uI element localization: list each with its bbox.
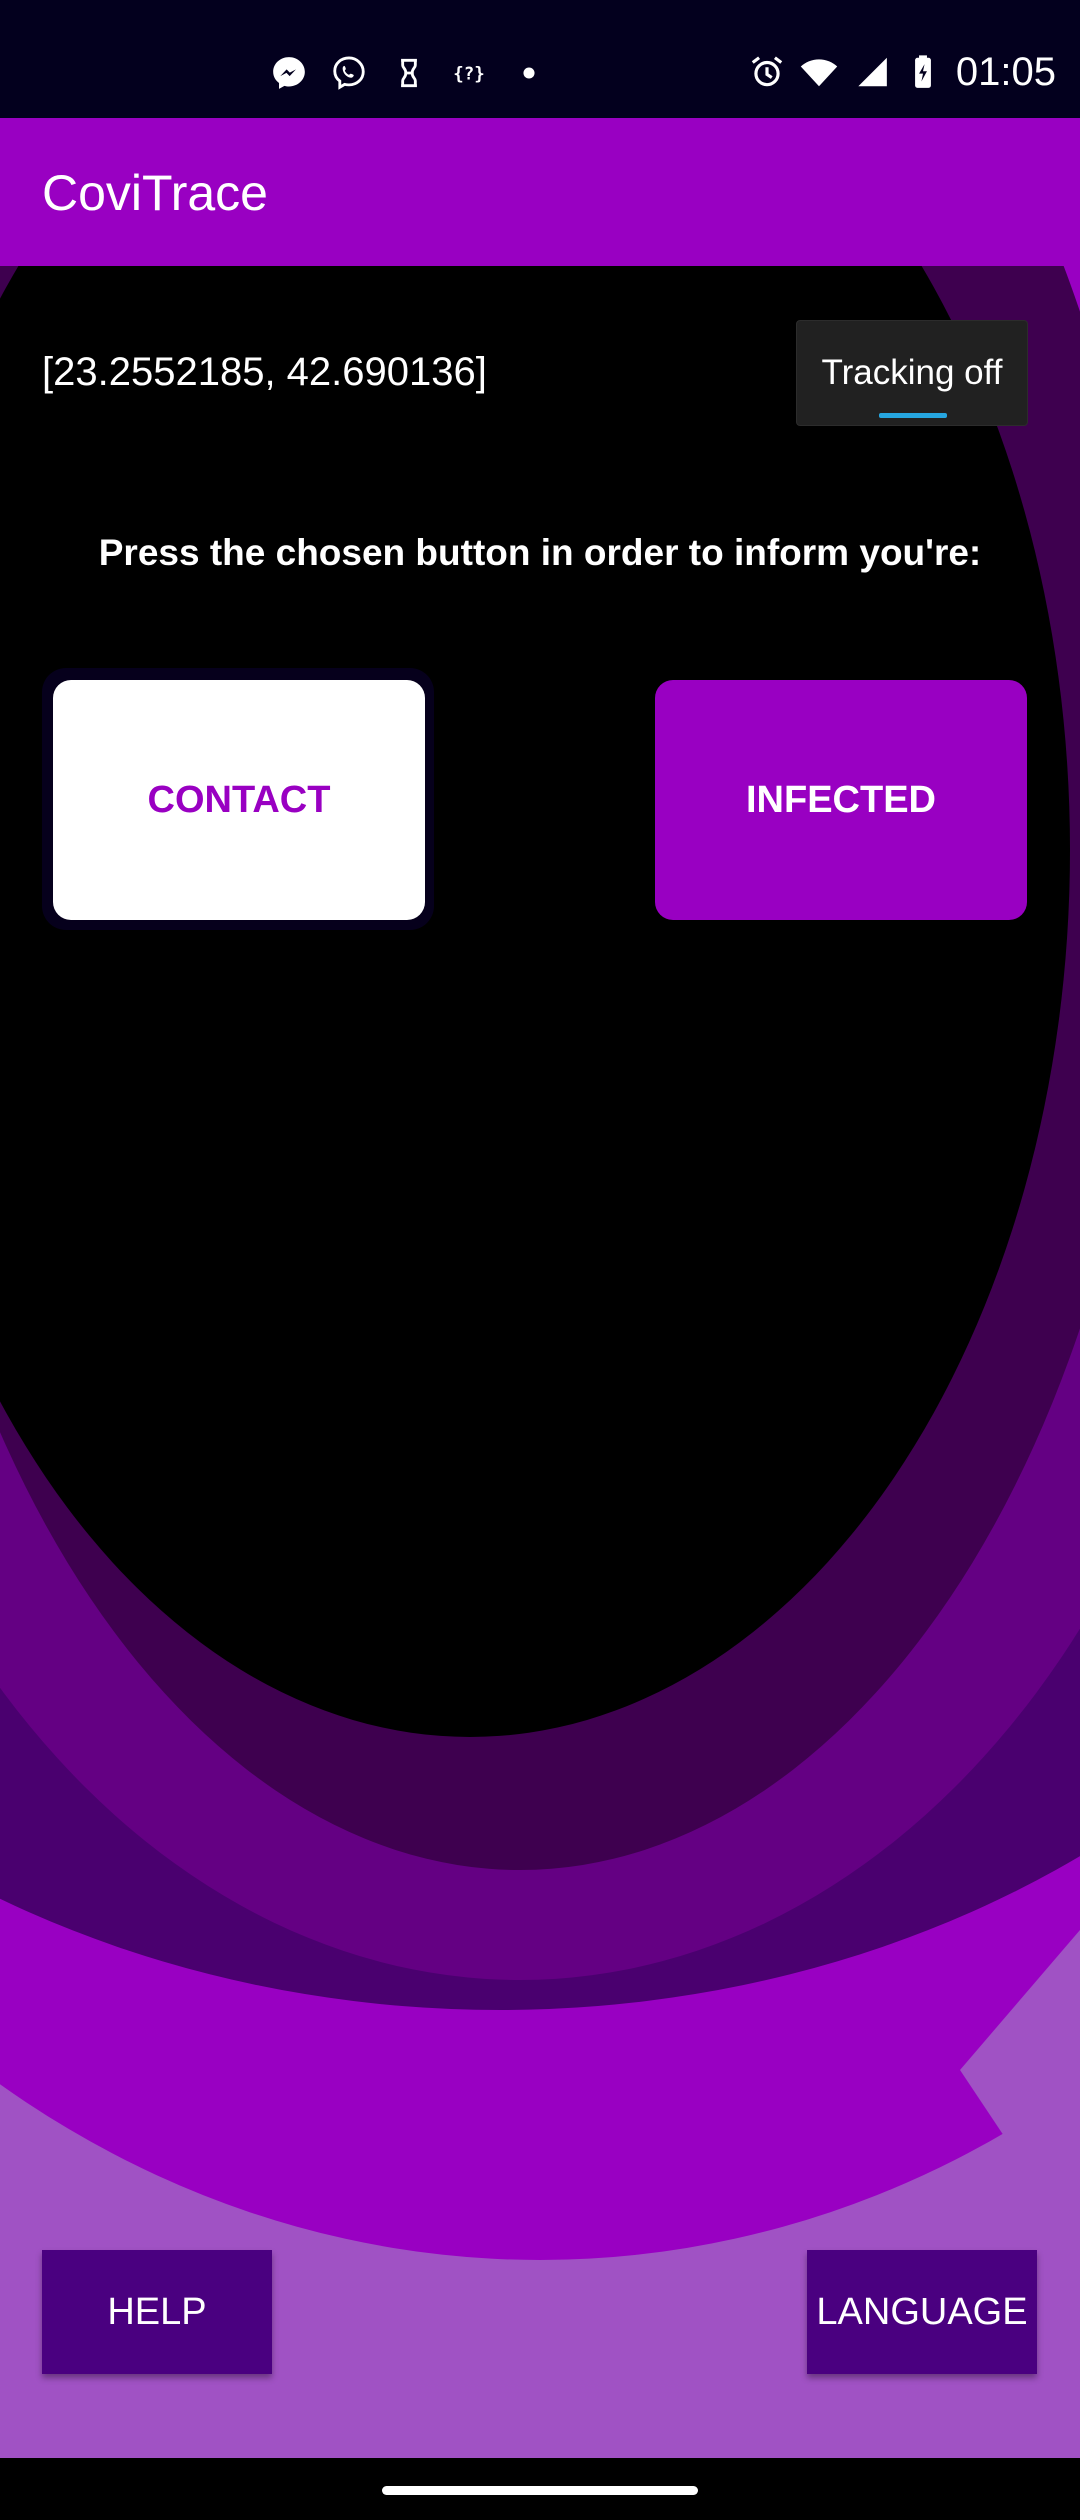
tracking-toggle[interactable]: Tracking off [796,320,1028,426]
notification-icons: {?} [270,50,548,96]
app-bar: CoviTrace [0,118,1080,266]
location-coordinates: [23.2552185, 42.690136] [42,350,487,394]
infected-button[interactable]: INFECTED [655,680,1027,920]
app-title: CoviTrace [42,165,268,221]
background-wave-art [0,266,1080,2458]
signal-icon [858,57,887,87]
tracking-toggle-indicator [879,413,947,418]
alarm-icon [751,56,783,87]
wifi-icon [800,59,838,87]
code-icon: {?} [453,64,484,84]
navigation-bar [0,2458,1080,2520]
instruction-prompt: Press the chosen button in order to info… [98,532,982,573]
home-gesture-handle[interactable] [382,2486,698,2495]
system-icons: 01:05 [748,46,1056,98]
tracking-toggle-label: Tracking off [821,353,1003,392]
clock: 01:05 [955,49,1056,94]
viber-icon [333,56,365,90]
status-bar: {?} 01:05 [0,0,1080,118]
battery-charging-icon [914,55,931,88]
messenger-icon [273,57,305,89]
svg-text:{?}: {?} [453,64,484,84]
dot-icon [523,67,535,79]
app-notification-icon [401,58,417,88]
language-button[interactable]: LANGUAGE [807,2250,1037,2374]
contact-button[interactable]: CONTACT [53,680,425,920]
help-button[interactable]: HELP [42,2250,272,2374]
